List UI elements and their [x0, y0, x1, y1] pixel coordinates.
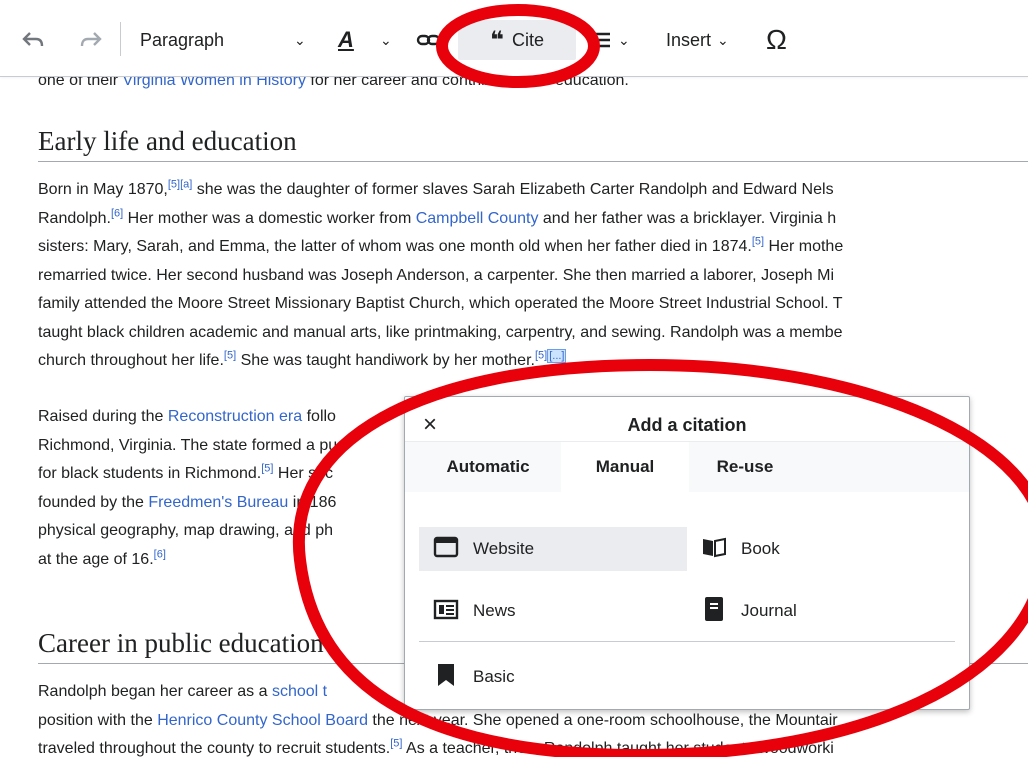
- link-icon: [416, 34, 441, 46]
- reference-marker[interactable]: [5]: [224, 350, 236, 362]
- chevron-down-icon: ⌄: [717, 31, 729, 48]
- tab-automatic[interactable]: Automatic: [419, 442, 557, 492]
- text-segment: As a teacher, then, Randolph taught her …: [402, 740, 834, 757]
- text-segment: Her mother was a domestic worker from: [123, 209, 416, 227]
- citation-option-journal[interactable]: Journal: [701, 589, 951, 633]
- cite-label: Cite: [512, 29, 545, 50]
- text-segment: for black students in Richmond.: [38, 465, 262, 482]
- citation-option-basic[interactable]: Basic: [433, 655, 687, 699]
- journal-icon: [701, 596, 733, 627]
- list-icon: [592, 32, 610, 48]
- text-segment: founded by the: [38, 493, 149, 511]
- text-style-button[interactable]: A: [338, 20, 354, 60]
- newspaper-icon: [433, 598, 465, 625]
- toolbar-separator: [120, 22, 121, 56]
- editor-toolbar: Paragraph ⌄ A ⌄ ❝ Cite ⌄ Insert ⌄ Ω: [0, 0, 1028, 77]
- omega-icon: Ω: [766, 24, 787, 55]
- news-label: News: [473, 601, 516, 620]
- book-label: Book: [741, 539, 780, 558]
- insert-dropdown[interactable]: Insert ⌄: [666, 20, 729, 60]
- article-link[interactable]: Henrico County School Board: [157, 712, 368, 729]
- undo-icon: [22, 32, 44, 47]
- section-heading-early-life: Early life and education: [38, 126, 1028, 162]
- tab-reuse[interactable]: Re-use: [689, 442, 801, 492]
- journal-label: Journal: [741, 601, 797, 620]
- text-segment: traveled throughout the county to recrui…: [38, 740, 391, 757]
- chevron-down-icon[interactable]: ⌄: [374, 20, 392, 60]
- reference-marker[interactable]: [6]: [111, 207, 123, 219]
- text-segment: she was the daughter of former slaves Sa…: [192, 181, 834, 198]
- text-segment: position with the: [38, 711, 158, 729]
- text-segment: Randolph.: [38, 209, 111, 227]
- citation-option-news[interactable]: News: [433, 589, 687, 633]
- special-character-button[interactable]: Ω: [766, 20, 787, 60]
- text-segment: Her mothe: [764, 238, 844, 255]
- dialog-title: Add a citation: [627, 415, 747, 435]
- list-dropdown[interactable]: ⌄: [590, 20, 630, 60]
- reference-marker[interactable]: [5][a]: [168, 179, 192, 191]
- citation-option-book[interactable]: Book: [701, 527, 951, 571]
- paragraph-early-life: Born in May 1870,[5][a] she was the daug…: [38, 176, 1028, 376]
- chevron-down-icon[interactable]: ⌄: [288, 20, 306, 60]
- redo-icon: [80, 32, 102, 47]
- selected-citation-placeholder[interactable]: [...]: [547, 348, 567, 363]
- tab-manual[interactable]: Manual: [561, 442, 689, 492]
- chevron-down-icon: ⌄: [618, 31, 630, 48]
- text-segment: She was taught handiwork by her mother.: [236, 352, 535, 369]
- bookmark-icon: [433, 662, 465, 693]
- article-link[interactable]: school t: [272, 683, 327, 700]
- add-citation-dialog: × Add a citation Automatic Manual Re-use…: [404, 396, 970, 710]
- text-segment: taught black children academic and manua…: [38, 323, 843, 341]
- undo-button[interactable]: [18, 20, 48, 60]
- basic-label: Basic: [473, 667, 515, 686]
- options-divider: [419, 641, 955, 642]
- paragraph-format-label: Paragraph: [140, 29, 225, 50]
- text-style-icon: A: [338, 27, 354, 52]
- website-label: Website: [473, 539, 535, 558]
- text-segment: sisters: Mary, Sarah, and Emma, the latt…: [38, 238, 752, 255]
- insert-label: Insert: [666, 29, 712, 50]
- browser-icon: [433, 536, 465, 563]
- text-segment: Born in May 1870,: [38, 181, 168, 198]
- article-link[interactable]: Freedmen's Bureau: [148, 494, 288, 511]
- article-link[interactable]: Campbell County: [416, 210, 539, 227]
- reference-marker[interactable]: [5]: [752, 236, 764, 248]
- text-segment: the next year. She opened a one-room sch…: [367, 711, 838, 729]
- reference-marker[interactable]: [5]: [535, 350, 547, 362]
- reference-marker[interactable]: [5]: [390, 738, 402, 750]
- citation-tabs: Automatic Manual Re-use: [405, 441, 969, 492]
- paragraph-format-dropdown[interactable]: Paragraph: [140, 20, 224, 60]
- quote-icon: ❝: [489, 26, 505, 54]
- reference-marker[interactable]: [5]: [261, 463, 273, 475]
- book-icon: [701, 536, 733, 563]
- text-segment: church throughout her life.: [38, 352, 224, 369]
- text-segment: remarried twice. Her second husband was …: [38, 266, 834, 284]
- text-segment: at the age of 16.: [38, 550, 154, 568]
- text-segment: and her father was a bricklayer. Virgini…: [538, 209, 837, 227]
- text-segment: Raised during the: [38, 408, 168, 425]
- article-link[interactable]: Reconstruction era: [168, 408, 302, 425]
- reference-marker[interactable]: [6]: [154, 548, 166, 560]
- link-button[interactable]: [416, 20, 442, 60]
- text-segment: family attended the Moore Street Mission…: [38, 295, 843, 312]
- cite-button[interactable]: ❝ Cite: [458, 20, 576, 60]
- citation-option-website[interactable]: Website: [419, 527, 687, 571]
- text-segment: Randolph began her career as a: [38, 683, 272, 700]
- redo-button[interactable]: [76, 20, 106, 60]
